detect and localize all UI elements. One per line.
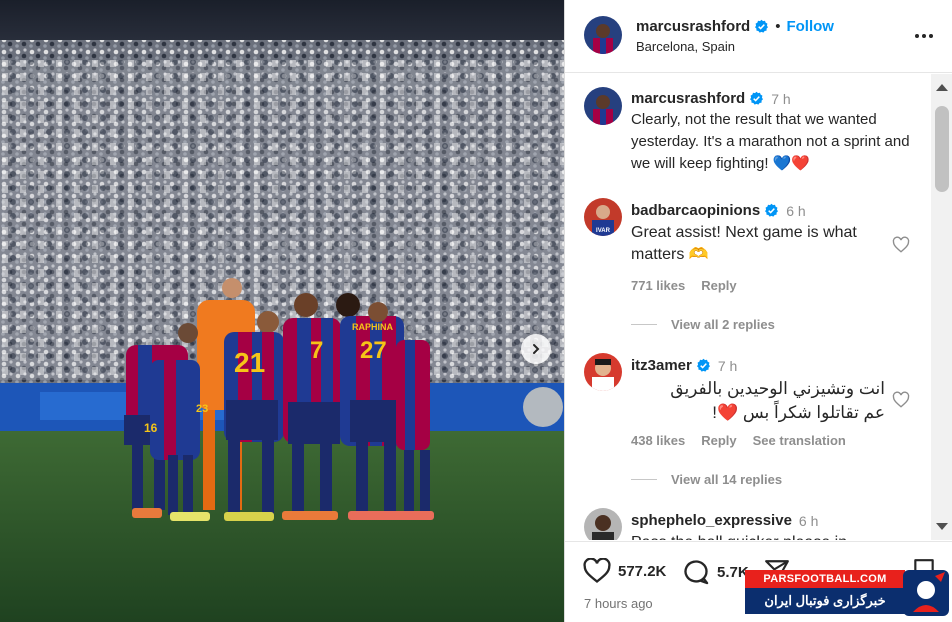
comments-scrollbar[interactable] <box>931 74 952 540</box>
team-huddle-image: 21 7 27 16 23 RAPHINA <box>0 0 564 622</box>
divider <box>631 324 657 325</box>
avatar[interactable]: IVAR <box>584 198 622 236</box>
heart-icon[interactable] <box>892 236 910 254</box>
scroll-up-arrow[interactable] <box>936 84 948 91</box>
post-photo: 21 7 27 16 23 RAPHINA <box>0 0 564 622</box>
heart-icon <box>583 558 611 583</box>
jersey-number: 7 <box>310 337 323 364</box>
next-image-button[interactable] <box>521 334 551 364</box>
post-caption: Clearly, not the result that we wanted y… <box>631 111 910 172</box>
verified-badge-icon <box>750 91 764 105</box>
separator-dot: • <box>775 18 781 35</box>
post-timestamp: 7 hours ago <box>584 596 653 611</box>
view-replies-button[interactable]: View all 14 replies <box>631 472 782 487</box>
avatar[interactable] <box>584 87 622 125</box>
comment-button[interactable]: 5.7K <box>682 558 749 586</box>
follow-button[interactable]: Follow <box>786 18 834 35</box>
avatar[interactable] <box>584 16 622 54</box>
reply-button[interactable]: Reply <box>701 433 736 448</box>
jersey-number: 27 <box>360 337 387 364</box>
avatar[interactable] <box>584 508 622 540</box>
view-replies-label: View all 14 replies <box>671 472 783 487</box>
chevron-right-icon <box>533 344 540 354</box>
header-user-row: marcusrashford • Follow <box>636 18 834 35</box>
jersey-number: 21 <box>234 347 265 378</box>
scroll-down-arrow[interactable] <box>936 523 948 530</box>
post-username[interactable]: marcusrashford <box>636 18 750 35</box>
verified-badge-icon <box>696 358 710 372</box>
comment-text-line: عم تقاتلوا شكراً بس ❤️! <box>712 403 885 422</box>
comment-text: Pass the ball quicker please in <box>631 532 921 540</box>
comment-username[interactable]: sphephelo_expressive <box>631 512 792 529</box>
comment-meta: 438 likes Reply See translation <box>631 433 846 448</box>
scrollbar-thumb[interactable] <box>935 106 949 192</box>
watermark-logo-icon <box>903 570 949 616</box>
watermark-tagline: خبرگزاری فوتبال ایران <box>745 588 905 614</box>
comment-icon <box>684 560 709 585</box>
view-replies-button[interactable]: View all 2 replies <box>631 317 775 332</box>
comment-text-line: انت وتشيزني الوحيدين بالفريق <box>670 379 885 398</box>
watermark-site: PARSFOOTBALL.COM <box>745 570 905 588</box>
verified-badge-icon <box>765 203 779 217</box>
comment-username[interactable]: badbarcaopinions <box>631 202 760 219</box>
view-replies-label: View all 2 replies <box>671 317 775 332</box>
svg-text:IVAR: IVAR <box>596 228 611 234</box>
comment-likes[interactable]: 438 likes <box>631 433 685 448</box>
jersey-name: RAPHINA <box>352 322 394 332</box>
heart-icon[interactable] <box>892 391 910 409</box>
jersey-number: 16 <box>144 421 158 435</box>
comment-time: 7 h <box>717 357 738 374</box>
comment-user-row: sphephelo_expressive 6 h <box>631 512 818 529</box>
caption-time: 7 h <box>771 90 791 107</box>
comment-user-row: badbarcaopinions 6 h <box>631 202 806 219</box>
watermark: PARSFOOTBALL.COM خبرگزاری فوتبال ایران <box>745 568 952 622</box>
like-button[interactable]: 577.2K <box>583 558 666 584</box>
comment-user-row: itz3amer 7 h <box>631 357 737 374</box>
see-translation-button[interactable]: See translation <box>753 433 846 448</box>
avatar[interactable] <box>584 353 622 391</box>
comment-meta: 771 likes Reply <box>631 278 737 293</box>
post-details-panel: marcusrashford • Follow Barcelona, Spain… <box>564 0 952 622</box>
comments-count: 5.7K <box>717 563 749 581</box>
post-location[interactable]: Barcelona, Spain <box>636 39 735 54</box>
comment-time: 6 h <box>786 202 806 219</box>
more-options-button[interactable] <box>910 26 938 46</box>
comments-list: marcusrashford 7 h Clearly, not the resu… <box>565 74 931 540</box>
verified-badge-icon <box>755 19 769 33</box>
post-header: marcusrashford • Follow Barcelona, Spain <box>565 0 952 73</box>
comment-username[interactable]: itz3amer <box>631 357 692 374</box>
comment-time: 6 h <box>798 512 819 529</box>
likes-count: 577.2K <box>618 562 667 580</box>
reply-button[interactable]: Reply <box>701 278 736 293</box>
jersey-number: 23 <box>196 403 208 415</box>
comment-text: Great assist! Next game is what matters … <box>631 224 857 263</box>
caption-username[interactable]: marcusrashford <box>631 90 745 107</box>
comment-text: انت وتشيزني الوحيدين بالفريق عم تقاتلوا … <box>631 377 885 425</box>
caption-user-row: marcusrashford 7 h <box>631 90 791 107</box>
comment-likes[interactable]: 771 likes <box>631 278 685 293</box>
divider <box>631 479 657 480</box>
more-options-icon <box>915 34 919 38</box>
